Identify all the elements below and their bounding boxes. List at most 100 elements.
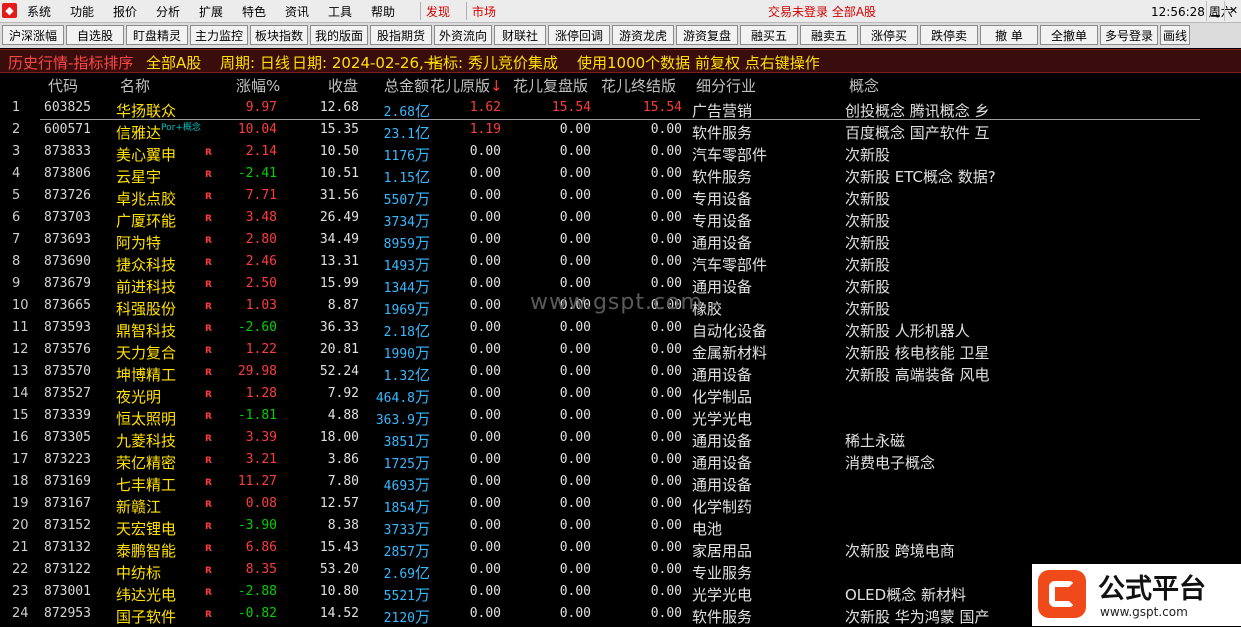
toolbar-button[interactable]: 财联社 (494, 25, 546, 45)
table-row[interactable]: 1 603825 华扬联众 9.97 12.68 2.68亿 1.62 15.54 15.54 广… (0, 98, 1241, 120)
stock-code: 872953 (44, 606, 91, 621)
table-row[interactable]: 6 873703 广厦环能 R 3.48 26.49 3734万 0.00 0.00 0.00 专用… (0, 208, 1241, 230)
col-code[interactable]: 代码 (48, 75, 78, 96)
huaer-final-value: 0.00 (650, 584, 682, 599)
col-huaer-original[interactable]: 花儿原版↓ (430, 75, 503, 96)
stock-code: 873132 (44, 540, 91, 555)
menu-item-hot[interactable]: 发现 (426, 3, 450, 20)
table-row[interactable]: 11 873593 鼎智科技 R -2.60 36.33 2.18亿 0.00 0.00 0.00… (0, 318, 1241, 340)
table-row[interactable]: 19 873167 新赣江 R 0.08 12.57 1854万 0.00 0.00 0.00 化学… (0, 494, 1241, 516)
table-row[interactable]: 21 873132 泰鹏智能 R 6.86 15.43 2857万 0.00 0.00 0.00 家… (0, 538, 1241, 560)
margin-flag-badge: R (205, 566, 212, 576)
toolbar-button[interactable]: 我的版面 (310, 25, 368, 45)
menu-item[interactable]: 分析 (156, 3, 180, 20)
toolbar-button[interactable]: 撤 单 (980, 25, 1038, 45)
menu-item[interactable]: 功能 (70, 3, 94, 20)
table-row[interactable]: 16 873305 九菱科技 R 3.39 18.00 3851万 0.00 0.00 0.00 通… (0, 428, 1241, 450)
app-logo-icon[interactable]: ◆ (2, 3, 17, 18)
col-close[interactable]: 收盘 (328, 75, 358, 96)
toolbar-button[interactable]: 外资流向 (434, 25, 492, 45)
toolbar-button[interactable]: 主力监控 (190, 25, 248, 45)
concept-label: 次新股 人形机器人 (845, 322, 970, 340)
toolbar-button[interactable]: 全撤单 (1040, 25, 1098, 45)
row-index: 6 (12, 210, 21, 225)
table-row[interactable]: 3 873833 美心翼申 R 2.14 10.50 1176万 0.00 0.00 0.00 汽车… (0, 142, 1241, 164)
margin-flag-badge: R (205, 390, 212, 400)
total-amount: 1344万 (383, 278, 430, 296)
table-row[interactable]: 12 873576 天力复合 R 1.22 20.81 1990万 0.00 0.00 0.00 金… (0, 340, 1241, 362)
col-amount[interactable]: 总金额 (384, 75, 429, 96)
table-row[interactable]: 15 873339 恒太照明 R -1.81 4.88 363.9万 0.00 0.00 0.00… (0, 406, 1241, 428)
menu-item[interactable]: 报价 (113, 3, 137, 20)
toolbar-button[interactable]: 涨停回调 (548, 25, 610, 45)
table-row[interactable]: 18 873169 七丰精工 R 11.27 7.80 4693万 0.00 0.00 0.00 通… (0, 472, 1241, 494)
change-percent: 2.14 (245, 144, 277, 159)
toolbar-button[interactable]: 多号登录 (1100, 25, 1158, 45)
huaer-review-value: 0.00 (559, 540, 591, 555)
table-row[interactable]: 17 873223 荣亿精密 R 3.21 3.86 1725万 0.00 0.00 0.00 通用… (0, 450, 1241, 472)
change-percent: 10.04 (237, 122, 277, 137)
concept-label: 次新股 (845, 300, 891, 318)
margin-flag-badge: R (205, 544, 212, 554)
close-icon[interactable]: ✕ (1224, 1, 1241, 21)
huaer-original-value: 0.00 (469, 452, 501, 467)
toolbar-button[interactable]: 跌停卖 (920, 25, 978, 45)
menu-separator (466, 2, 467, 20)
concept-label: 次新股 ETC概念 数据? (845, 168, 996, 186)
concept-label: 消费电子概念 (845, 454, 936, 472)
stock-name: 捷众科技 (116, 256, 177, 274)
col-change[interactable]: 涨幅% (236, 75, 280, 96)
toolbar-button[interactable]: 盯盘精灵 (126, 25, 188, 45)
huaer-final-value: 15.54 (642, 100, 682, 115)
col-concept[interactable]: 概念 (849, 75, 879, 96)
menu-item[interactable]: 资讯 (285, 3, 309, 20)
row-concept-tag: Por+概念 (161, 123, 201, 133)
toolbar-button[interactable]: 板块指数 (250, 25, 308, 45)
table-row[interactable]: 4 873806 云星宇 R -2.41 10.51 1.15亿 0.00 0.00 0.00 软件… (0, 164, 1241, 186)
table-row[interactable]: 14 873527 夜光明 R 1.28 7.92 464.8万 0.00 0.00 0.00 化学… (0, 384, 1241, 406)
brand-badge: 公式平台 www.gspt.com (1032, 564, 1241, 626)
industry-label: 家居用品 (692, 542, 753, 560)
col-huaer-final[interactable]: 花儿终结版 (601, 75, 676, 96)
close-price: 14.52 (319, 606, 359, 621)
concept-label: 次新股 (845, 212, 891, 230)
minimize-icon[interactable]: ▁ (1206, 1, 1224, 21)
table-row[interactable]: 8 873690 捷众科技 R 2.46 13.31 1493万 0.00 0.00 0.00 汽车… (0, 252, 1241, 274)
menu-item[interactable]: 帮助 (371, 3, 395, 20)
row-index: 17 (12, 452, 29, 467)
row-index: 2 (12, 122, 21, 137)
toolbar-button[interactable]: 沪深涨幅 (2, 25, 64, 45)
col-industry[interactable]: 细分行业 (696, 75, 756, 96)
table-row[interactable]: 5 873726 卓兆点胶 R 7.71 31.56 5507万 0.00 0.00 0.00 专用… (0, 186, 1241, 208)
margin-flag-badge: R (205, 456, 212, 466)
toolbar-button[interactable]: 股指期货 (370, 25, 432, 45)
margin-flag-badge: R (205, 478, 212, 488)
toolbar-button[interactable]: 自选股 (66, 25, 124, 45)
toolbar-button[interactable]: 融买五 (740, 25, 798, 45)
stock-name: 七丰精工 (116, 476, 177, 494)
toolbar-button[interactable]: 融卖五 (800, 25, 858, 45)
close-price: 15.43 (319, 540, 359, 555)
toolbar-button[interactable]: 游资复盘 (676, 25, 738, 45)
menu-item[interactable]: 扩展 (199, 3, 223, 20)
total-amount: 4693万 (383, 476, 430, 494)
col-name[interactable]: 名称 (120, 75, 150, 96)
menu-item[interactable]: 系统 (27, 3, 51, 20)
huaer-review-value: 0.00 (559, 452, 591, 467)
menu-item[interactable]: 工具 (328, 3, 352, 20)
stock-code: 873339 (44, 408, 91, 423)
table-row[interactable]: 7 873693 阿为特 R 2.80 34.49 8959万 0.00 0.00 0.00 通用设… (0, 230, 1241, 252)
stock-code: 873527 (44, 386, 91, 401)
margin-flag-badge: R (205, 610, 212, 620)
toolbar-button[interactable]: 画线 (1160, 25, 1190, 45)
menu-bar: ◆ 系统 功能 报价 分析 扩展 特色 资讯 工具 帮助 发现 市场 交易未登录 全部A股 12:5… (0, 0, 1241, 23)
huaer-original-value: 0.00 (469, 386, 501, 401)
col-huaer-review[interactable]: 花儿复盘版 (513, 75, 588, 96)
toolbar-button[interactable]: 涨停买 (860, 25, 918, 45)
toolbar-button[interactable]: 游资龙虎 (612, 25, 674, 45)
table-row[interactable]: 13 873570 坤博精工 R 29.98 52.24 1.32亿 0.00 0.00 0.00… (0, 362, 1241, 384)
huaer-final-value: 0.00 (650, 474, 682, 489)
table-row[interactable]: 20 873152 天宏锂电 R -3.90 8.38 3733万 0.00 0.00 0.00 电… (0, 516, 1241, 538)
menu-item-hot[interactable]: 市场 (472, 3, 496, 20)
menu-item[interactable]: 特色 (242, 3, 266, 20)
